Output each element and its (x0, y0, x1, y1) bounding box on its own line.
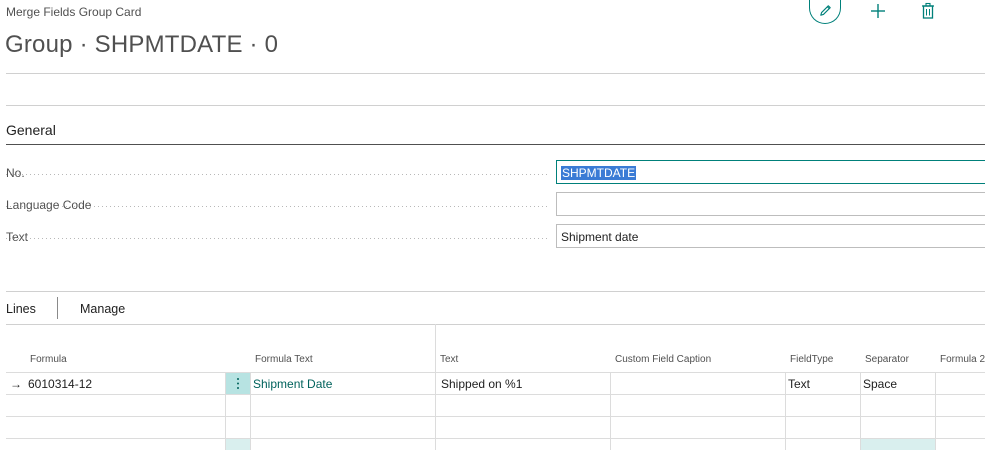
no-field-value: SHPMTDATE (561, 166, 637, 180)
new-row-highlight-cell (861, 439, 935, 450)
lines-grid: Formula Formula Text Text Custom Field C… (6, 324, 985, 450)
table-row[interactable] (6, 394, 985, 416)
edit-button[interactable] (809, 0, 841, 24)
formula-text-cell[interactable]: Shipment Date (253, 377, 332, 391)
no-field[interactable]: SHPMTDATE (556, 160, 985, 184)
page-title: Group · SHPMTDATE · 0 (5, 31, 279, 58)
column-header-formula-text[interactable]: Formula Text (255, 354, 313, 365)
row-actions-button[interactable] (226, 373, 250, 394)
field-label-language-code: Language Code (6, 198, 92, 212)
plus-icon (871, 4, 885, 18)
formula-cell[interactable]: 6010314-12 (28, 377, 92, 391)
column-header-text[interactable]: Text (440, 354, 458, 365)
pencil-icon (820, 5, 831, 16)
field-leader-dots (6, 206, 547, 207)
tab-manage[interactable]: Manage (80, 302, 125, 316)
column-header-formula-2[interactable]: Formula 2 (940, 354, 985, 365)
header-divider (6, 73, 985, 74)
column-header-custom-field-caption[interactable]: Custom Field Caption (615, 354, 711, 365)
language-code-field[interactable] (556, 192, 985, 216)
delete-button[interactable] (920, 2, 936, 20)
trash-icon (922, 2, 934, 19)
lines-divider-top (6, 291, 985, 292)
field-leader-dots (6, 238, 547, 239)
new-button[interactable] (869, 2, 887, 20)
section-underline (6, 144, 985, 145)
page-caption: Merge Fields Group Card (6, 5, 142, 19)
field-label-no: No. (6, 166, 25, 180)
field-leader-dots (6, 174, 547, 175)
new-row-marker (226, 439, 250, 450)
more-vertical-icon (237, 378, 239, 389)
table-row[interactable] (6, 416, 985, 438)
column-header-separator[interactable]: Separator (865, 354, 909, 365)
tab-separator (57, 297, 58, 319)
field-label-text: Text (6, 230, 29, 244)
section-title-general[interactable]: General (6, 122, 56, 138)
column-header-fieldtype[interactable]: FieldType (790, 354, 833, 365)
current-row-arrow-icon: → (10, 377, 22, 391)
tab-lines[interactable]: Lines (6, 302, 36, 316)
column-header-formula[interactable]: Formula (30, 354, 67, 365)
separator-cell[interactable]: Space (863, 377, 897, 391)
table-row-new[interactable] (6, 438, 985, 450)
table-row[interactable]: → 6010314-12 Shipment Date Shipped on %1… (6, 372, 985, 394)
text-field[interactable]: Shipment date (556, 224, 985, 248)
text-cell[interactable]: Shipped on %1 (441, 377, 522, 391)
fieldtype-cell[interactable]: Text (788, 377, 810, 391)
section-divider (6, 105, 985, 106)
